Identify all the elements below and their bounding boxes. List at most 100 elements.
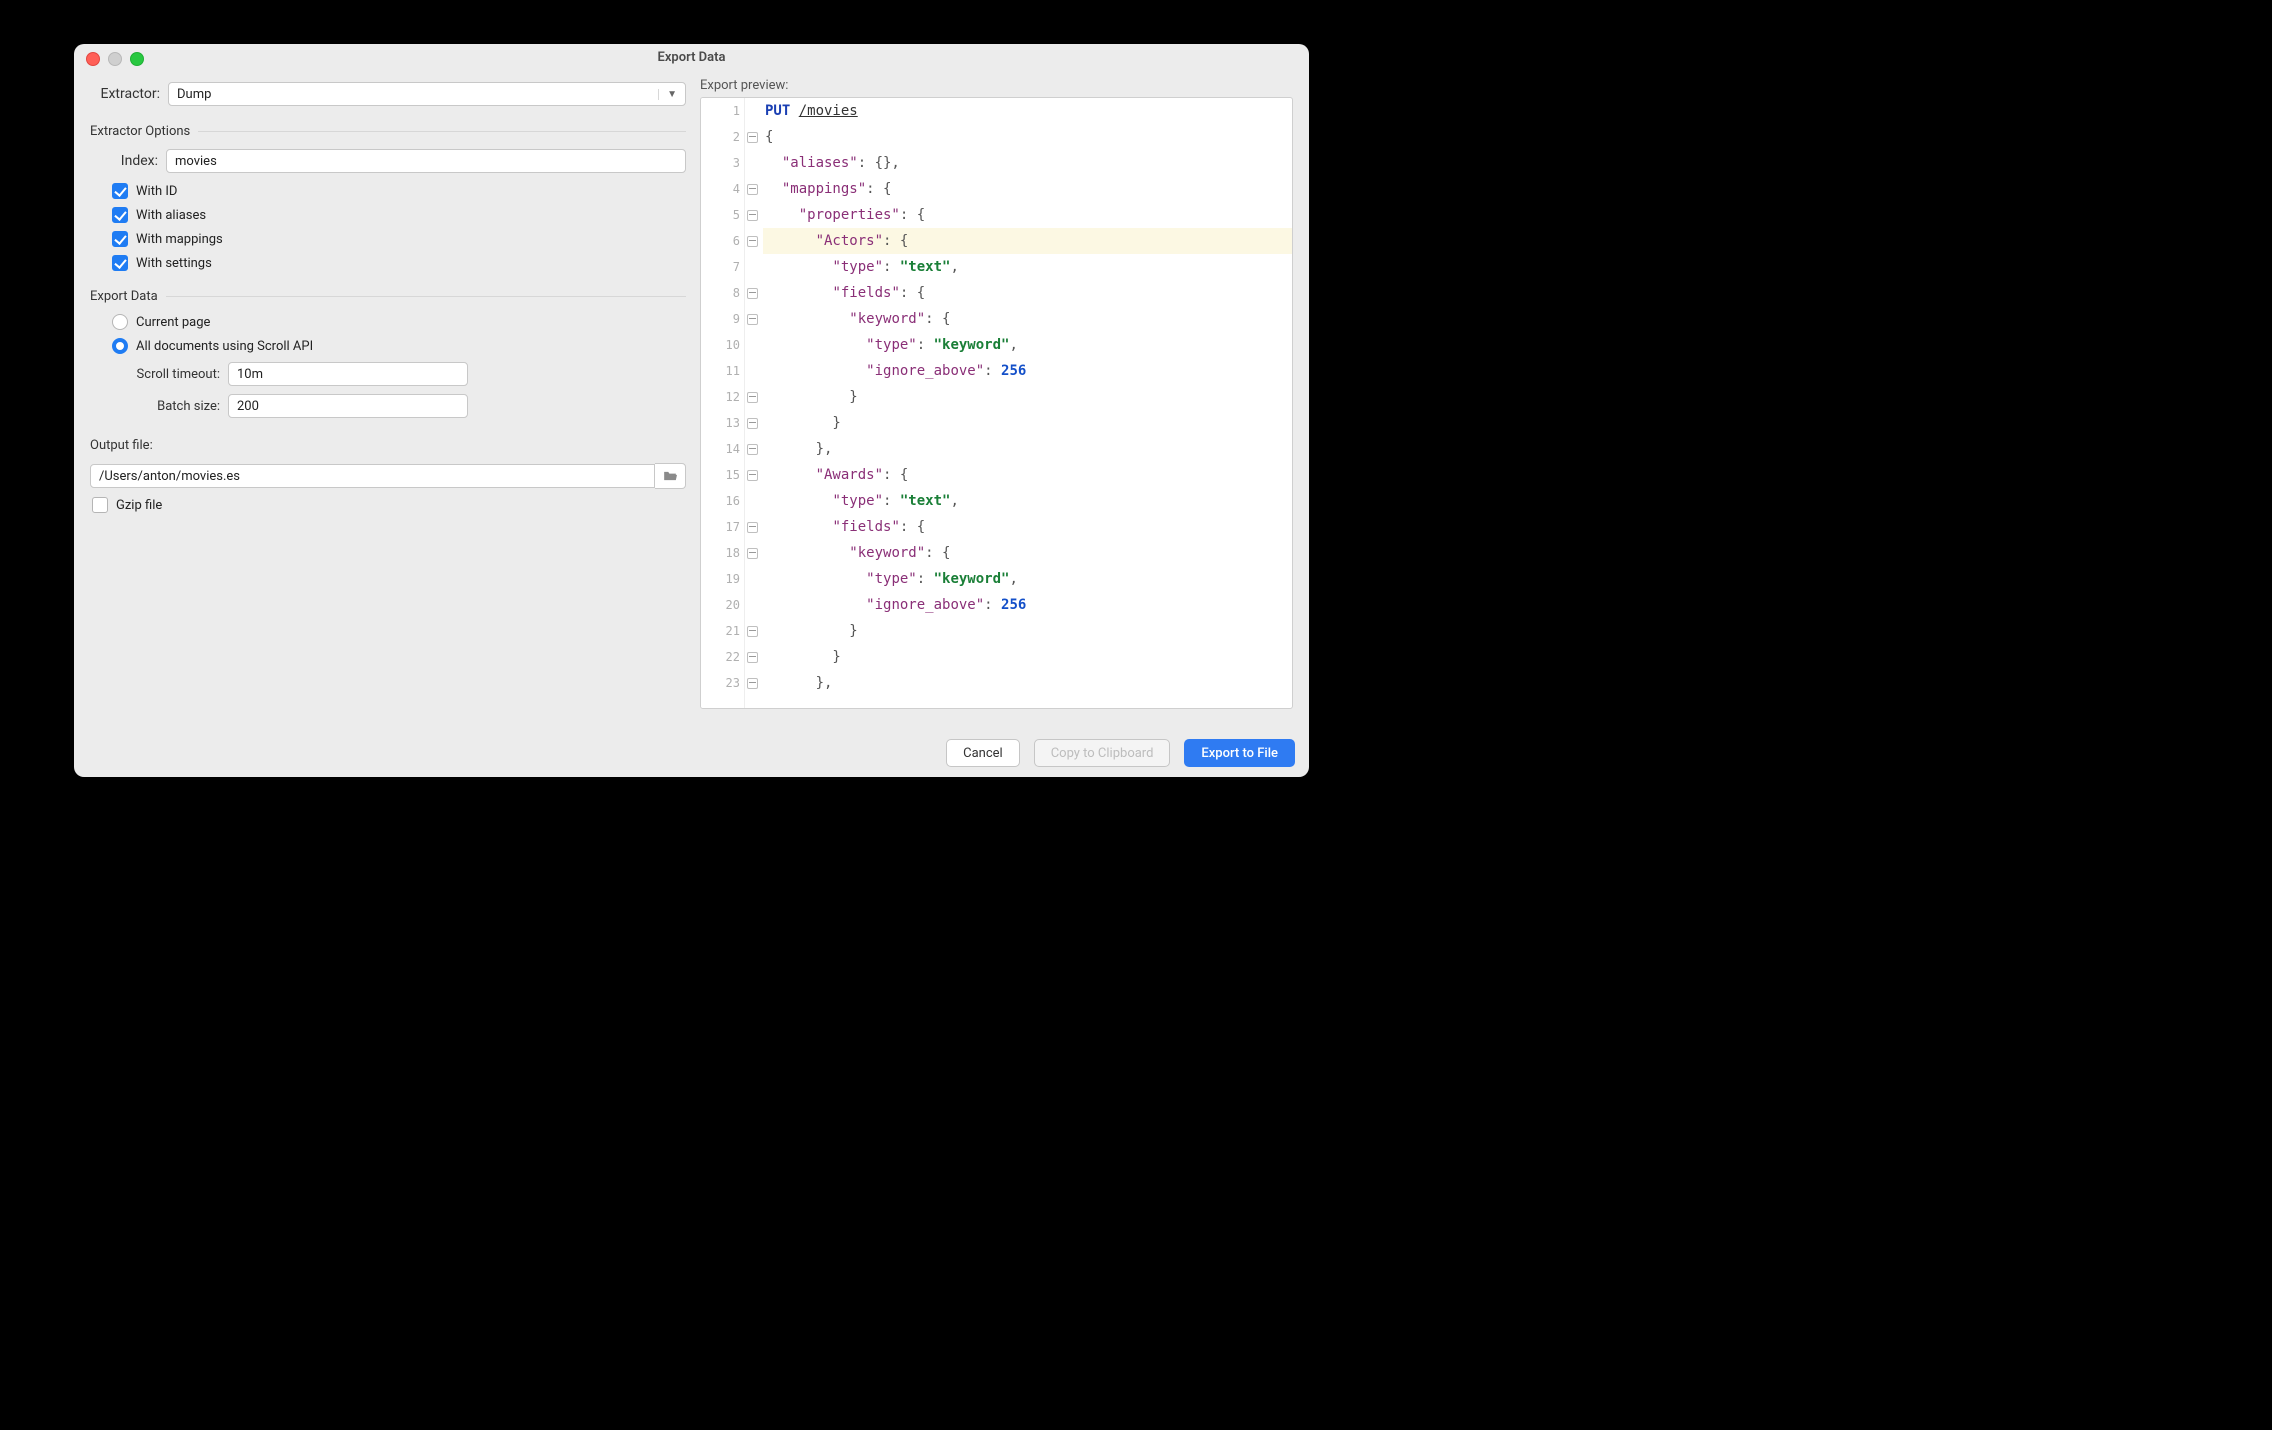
with-id-label: With ID — [136, 184, 177, 199]
code-line: "Actors": { — [763, 228, 1292, 254]
editor-code[interactable]: PUT /movies{ "aliases": {}, "mappings": … — [759, 98, 1292, 708]
code-line: "ignore_above": 256 — [763, 592, 1292, 618]
with-aliases-checkbox[interactable]: With aliases — [112, 207, 686, 223]
output-path-value: /Users/anton/movies.es — [99, 469, 240, 484]
extractor-options-heading: Extractor Options — [90, 124, 686, 139]
chevron-down-icon: ▼ — [658, 89, 677, 100]
checkbox-icon — [112, 231, 128, 247]
fold-gutter-cell[interactable] — [745, 228, 759, 254]
stage: Export Data Extractor: Dump ▼ Extractor … — [0, 0, 2272, 1430]
line-number: 8 — [701, 280, 740, 306]
line-number: 5 — [701, 202, 740, 228]
divider — [198, 131, 686, 132]
batch-size-label: Batch size: — [112, 399, 220, 414]
index-label: Index: — [112, 153, 158, 169]
line-number: 16 — [701, 488, 740, 514]
fold-gutter-cell — [745, 332, 759, 358]
index-input[interactable]: movies — [166, 149, 686, 173]
fold-gutter-cell — [745, 488, 759, 514]
all-docs-radio[interactable]: All documents using Scroll API — [112, 338, 686, 354]
radio-icon — [112, 314, 128, 330]
export-to-file-button[interactable]: Export to File — [1184, 739, 1295, 767]
dialog-buttons: Cancel Copy to Clipboard Export to File — [946, 739, 1295, 767]
extractor-options-label: Extractor Options — [90, 124, 190, 139]
line-number: 6 — [701, 228, 740, 254]
minimize-window-icon — [108, 52, 122, 66]
fold-toggle-icon — [747, 392, 758, 403]
code-line: "aliases": {}, — [763, 150, 1292, 176]
export-data-label: Export Data — [90, 289, 158, 304]
fold-gutter-cell[interactable] — [745, 618, 759, 644]
batch-size-input[interactable]: 200 — [228, 394, 468, 418]
fold-gutter-cell[interactable] — [745, 280, 759, 306]
cancel-button[interactable]: Cancel — [946, 739, 1020, 767]
code-line: "Awards": { — [763, 462, 1292, 488]
code-line: } — [763, 384, 1292, 410]
fold-gutter-cell[interactable] — [745, 514, 759, 540]
line-number: 19 — [701, 566, 740, 592]
fold-gutter-cell[interactable] — [745, 670, 759, 696]
code-line: } — [763, 618, 1292, 644]
browse-folder-button[interactable] — [655, 463, 686, 489]
line-number: 1 — [701, 98, 740, 124]
line-number: 22 — [701, 644, 740, 670]
fold-toggle-icon — [747, 236, 758, 247]
fold-gutter-cell — [745, 254, 759, 280]
fold-gutter-cell[interactable] — [745, 176, 759, 202]
extractor-select[interactable]: Dump ▼ — [168, 82, 686, 106]
with-mappings-checkbox[interactable]: With mappings — [112, 231, 686, 247]
line-number: 17 — [701, 514, 740, 540]
fold-toggle-icon — [747, 522, 758, 533]
line-number: 10 — [701, 332, 740, 358]
fold-gutter-cell[interactable] — [745, 540, 759, 566]
zoom-window-icon[interactable] — [130, 52, 144, 66]
index-input-value: movies — [175, 154, 217, 169]
fold-gutter-cell[interactable] — [745, 462, 759, 488]
close-window-icon[interactable] — [86, 52, 100, 66]
with-settings-checkbox[interactable]: With settings — [112, 255, 686, 271]
with-settings-label: With settings — [136, 256, 212, 271]
fold-gutter-cell — [745, 566, 759, 592]
export-data-heading: Export Data — [90, 289, 686, 304]
copy-to-clipboard-button[interactable]: Copy to Clipboard — [1034, 739, 1171, 767]
line-number: 18 — [701, 540, 740, 566]
fold-gutter-cell[interactable] — [745, 124, 759, 150]
code-line: "ignore_above": 256 — [763, 358, 1292, 384]
fold-toggle-icon — [747, 418, 758, 429]
checkbox-icon — [92, 497, 108, 513]
fold-gutter-cell[interactable] — [745, 644, 759, 670]
code-line: "type": "text", — [763, 488, 1292, 514]
with-id-checkbox[interactable]: With ID — [112, 183, 686, 199]
output-file-label: Output file: — [90, 438, 153, 453]
fold-toggle-icon — [747, 548, 758, 559]
fold-toggle-icon — [747, 288, 758, 299]
fold-gutter-cell[interactable] — [745, 306, 759, 332]
line-number: 12 — [701, 384, 740, 410]
code-line: "type": "keyword", — [763, 332, 1292, 358]
fold-toggle-icon — [747, 678, 758, 689]
fold-gutter-cell[interactable] — [745, 436, 759, 462]
radio-icon — [112, 338, 128, 354]
fold-gutter-cell[interactable] — [745, 384, 759, 410]
gzip-checkbox[interactable]: Gzip file — [92, 497, 686, 513]
output-path-input[interactable]: /Users/anton/movies.es — [90, 464, 655, 488]
fold-gutter-cell[interactable] — [745, 410, 759, 436]
fold-gutter-cell — [745, 592, 759, 618]
fold-gutter-cell — [745, 150, 759, 176]
fold-toggle-icon — [747, 470, 758, 481]
divider — [166, 296, 686, 297]
code-line: "keyword": { — [763, 540, 1292, 566]
preview-editor[interactable]: 1234567891011121314151617181920212223 PU… — [700, 97, 1293, 709]
all-docs-label: All documents using Scroll API — [136, 339, 313, 354]
scroll-timeout-input[interactable]: 10m — [228, 362, 468, 386]
code-line: } — [763, 644, 1292, 670]
code-line: "properties": { — [763, 202, 1292, 228]
current-page-radio[interactable]: Current page — [112, 314, 686, 330]
line-number: 7 — [701, 254, 740, 280]
fold-gutter-cell — [745, 98, 759, 124]
fold-gutter-cell[interactable] — [745, 202, 759, 228]
current-page-label: Current page — [136, 315, 210, 330]
copy-button-label: Copy to Clipboard — [1051, 746, 1154, 761]
code-line: PUT /movies — [763, 98, 1292, 124]
line-number: 3 — [701, 150, 740, 176]
